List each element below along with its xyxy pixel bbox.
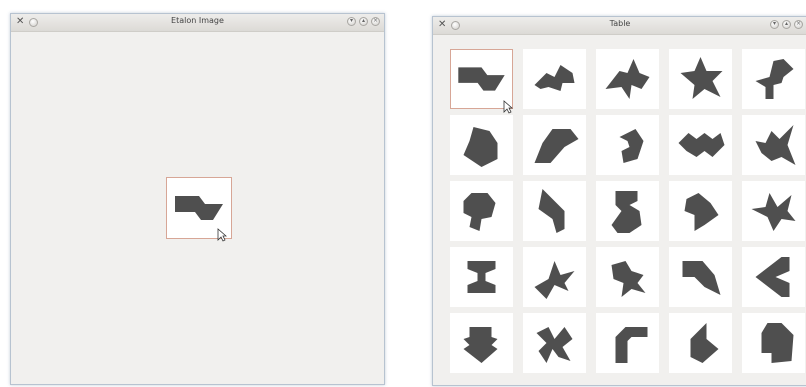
etalon-window: ✕ Etalon Image ▾ ▴ ×	[10, 13, 385, 385]
etalon-titlebar[interactable]: ✕ Etalon Image ▾ ▴ ×	[11, 14, 384, 32]
piece-diamond-shape	[690, 323, 719, 363]
table-cell[interactable]	[523, 247, 586, 307]
piece-heart-shape	[684, 193, 719, 231]
piece-pinwheel-shape	[534, 261, 575, 299]
piece-down-arrow-shape	[463, 327, 498, 363]
table-cell[interactable]	[450, 313, 513, 373]
piece-key-shape	[463, 193, 496, 231]
piece-house-shape	[761, 323, 794, 363]
piece-flag-shape	[682, 261, 721, 295]
piece-head-shape	[463, 127, 498, 167]
table-cell[interactable]	[669, 115, 732, 175]
mouse-cursor-icon	[503, 100, 513, 114]
table-window-title: Table	[609, 19, 631, 28]
close-icon[interactable]: ×	[371, 17, 380, 26]
table-cell[interactable]	[669, 181, 732, 241]
table-cell[interactable]	[596, 313, 659, 373]
piece-spiral-shape	[536, 327, 573, 363]
close-icon[interactable]: ×	[794, 20, 803, 29]
table-cell[interactable]	[742, 49, 805, 109]
maximize-icon[interactable]: ▴	[782, 20, 791, 29]
table-cell[interactable]	[523, 115, 586, 175]
table-cell[interactable]	[742, 181, 805, 241]
table-cell[interactable]	[450, 247, 513, 307]
table-cell[interactable]	[450, 115, 513, 175]
table-cell[interactable]	[596, 247, 659, 307]
table-cell[interactable]	[742, 115, 805, 175]
piece-corner-shape	[615, 327, 648, 363]
table-cell[interactable]	[596, 49, 659, 109]
etalon-image-box[interactable]	[166, 177, 232, 242]
table-cell[interactable]	[669, 313, 732, 373]
piece-stool-shape	[611, 191, 642, 233]
table-cell[interactable]	[669, 49, 732, 109]
etalon-window-title: Etalon Image	[171, 16, 224, 25]
table-cell[interactable]	[523, 49, 586, 109]
piece-arrow-shape	[534, 65, 575, 91]
table-cell[interactable]	[523, 181, 586, 241]
piece-cross-shape	[751, 193, 796, 231]
piece-bird-shape	[605, 59, 650, 99]
table-cell[interactable]	[523, 313, 586, 373]
minimize-icon[interactable]: ▾	[347, 17, 356, 26]
piece-hourglass-shape	[467, 261, 496, 293]
piece-star-shape	[680, 57, 723, 99]
table-cell[interactable]	[669, 247, 732, 307]
piece-chevron-shape	[538, 189, 565, 233]
table-cell[interactable]	[450, 49, 513, 114]
table-cell[interactable]	[742, 313, 805, 373]
table-cell[interactable]	[742, 247, 805, 307]
piece-bat-shape	[678, 133, 725, 157]
table-cell[interactable]	[596, 115, 659, 175]
table-cell[interactable]	[450, 181, 513, 241]
etalon-client-area	[11, 32, 384, 384]
piece-runner-shape	[611, 261, 646, 297]
table-window: ✕ Table ▾ ▴ ×	[432, 16, 806, 386]
piece-hook-shape	[619, 129, 644, 163]
maximize-icon[interactable]: ▴	[359, 17, 368, 26]
piece-table-grid	[433, 35, 806, 385]
table-cell[interactable]	[596, 181, 659, 241]
minimize-icon[interactable]: ▾	[770, 20, 779, 29]
piece-fox-shape	[755, 125, 796, 165]
mouse-cursor-icon	[217, 228, 227, 242]
table-titlebar[interactable]: ✕ Table ▾ ▴ ×	[433, 17, 806, 35]
piece-step-shape	[755, 59, 794, 99]
piece-boot-shape	[534, 129, 579, 163]
piece-left-arrow-shape	[755, 257, 790, 297]
